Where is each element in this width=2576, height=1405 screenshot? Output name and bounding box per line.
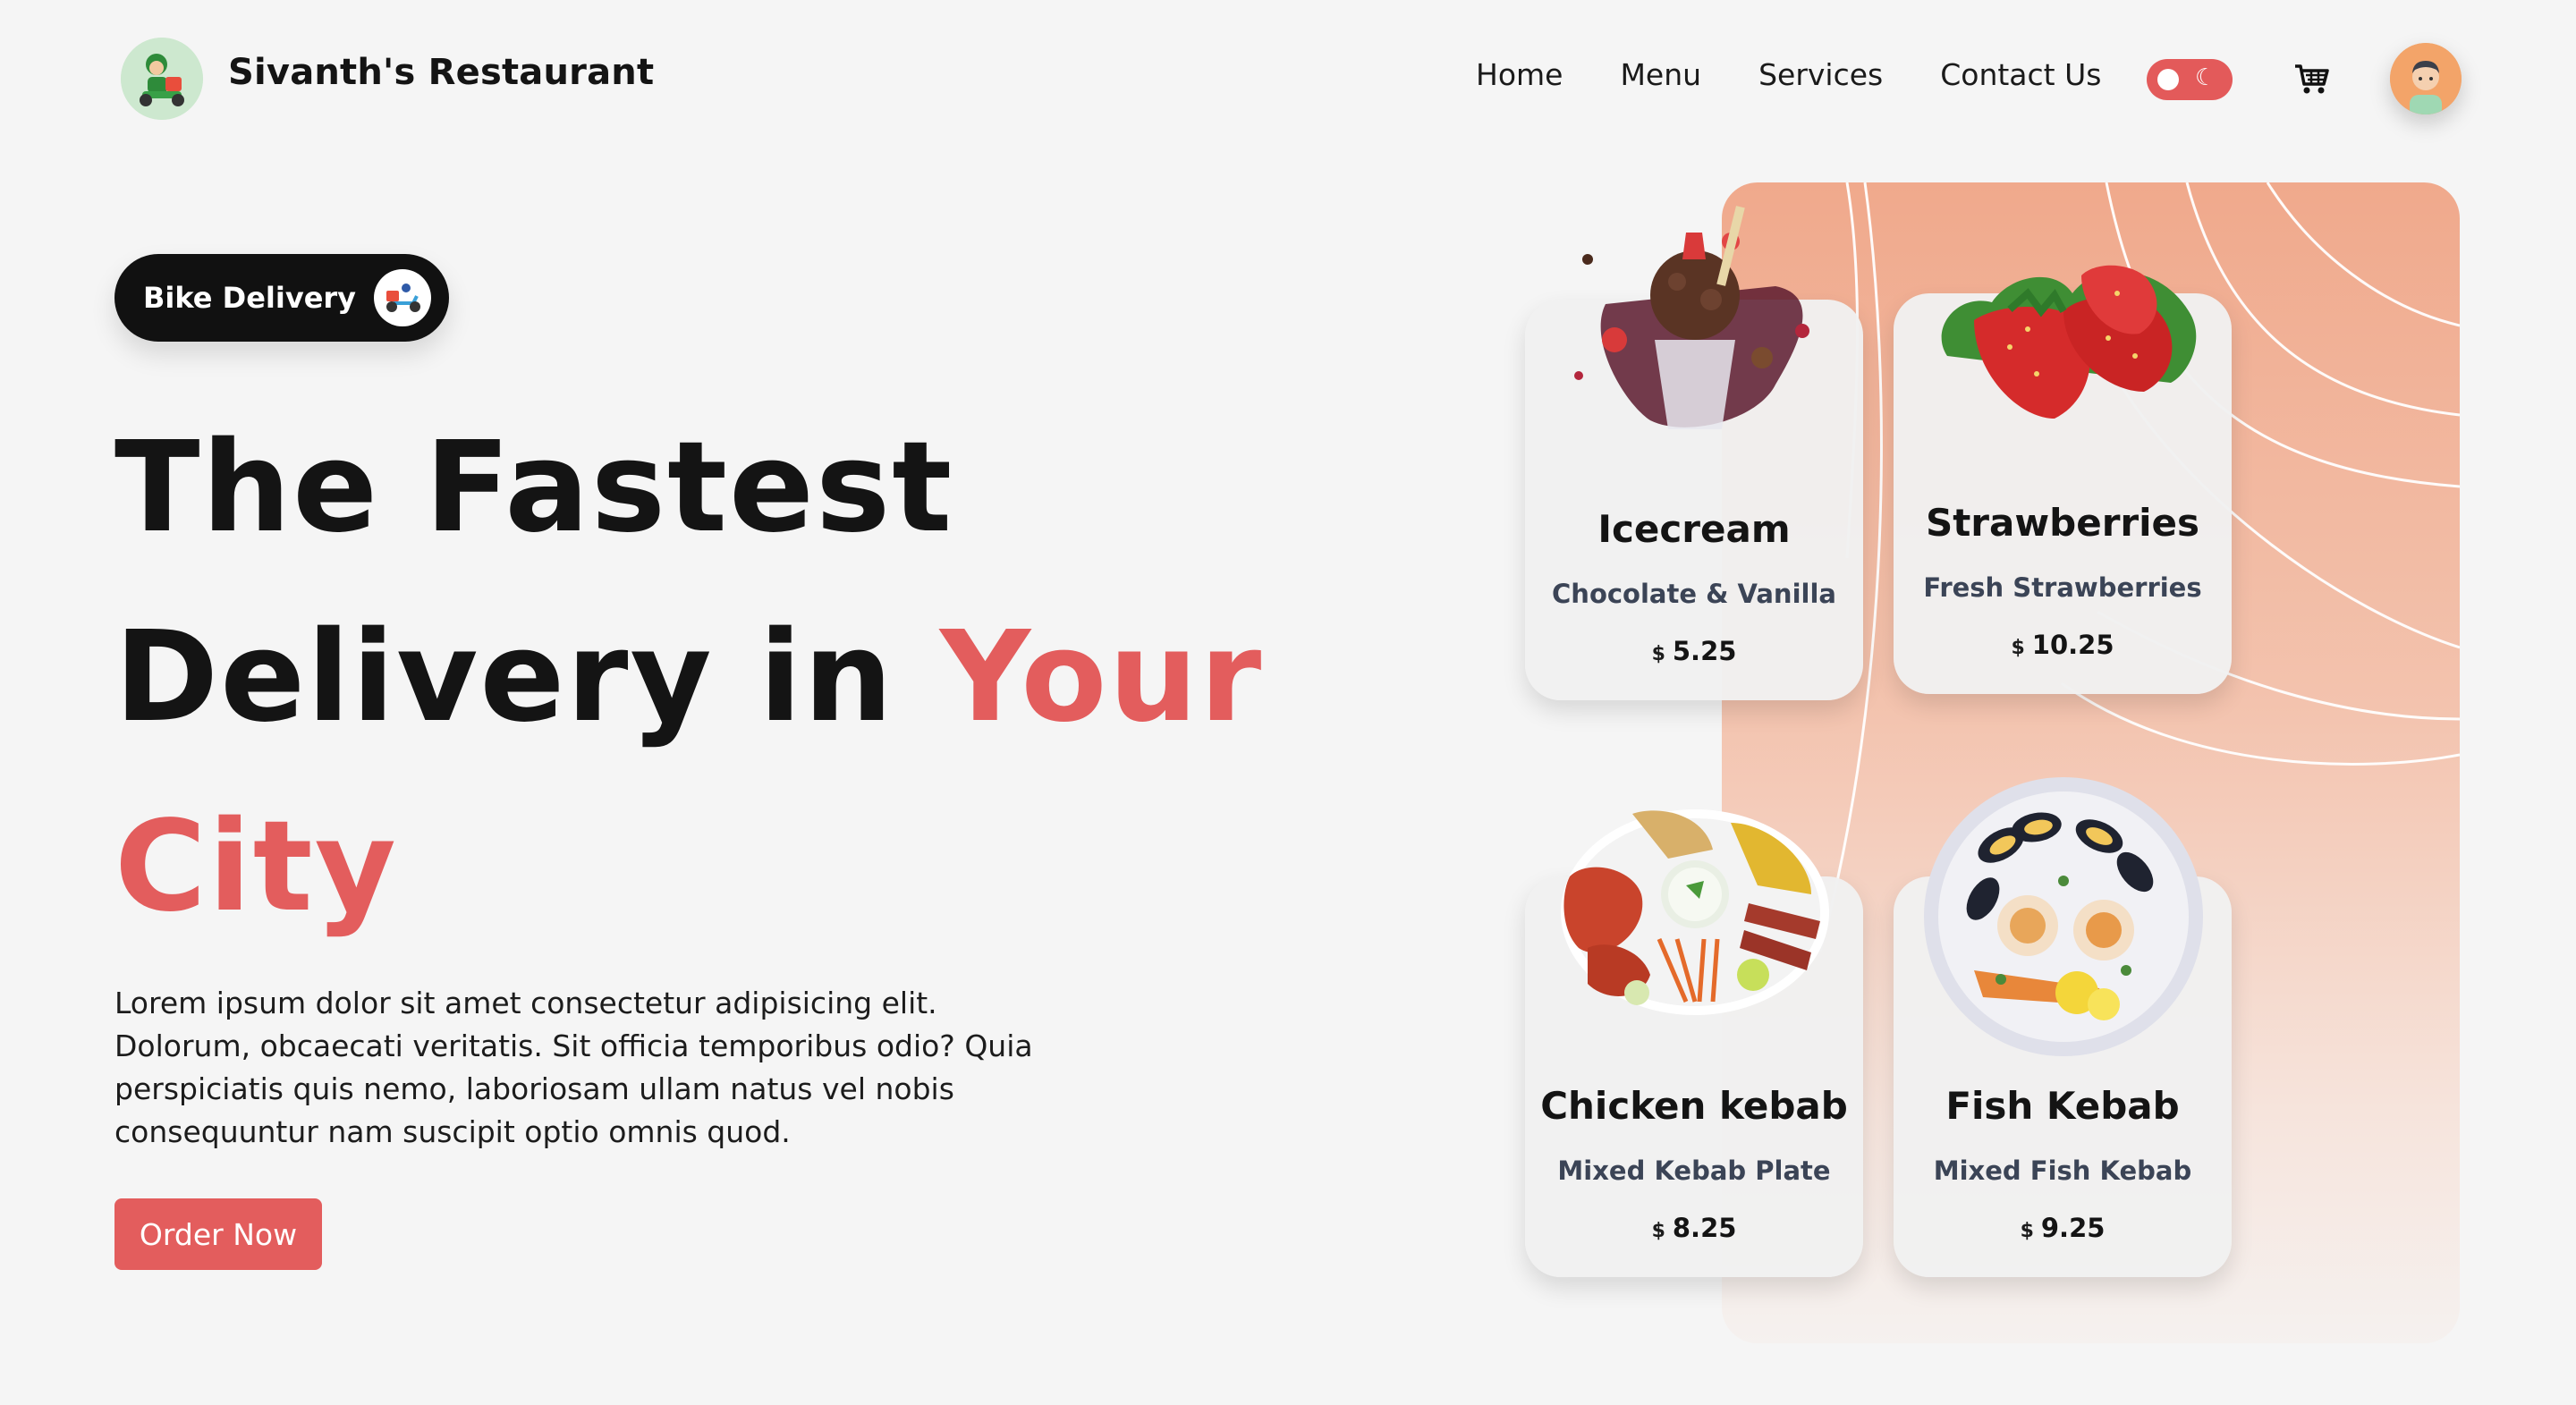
price-value: 8.25 [1672, 1213, 1737, 1243]
card-title: Icecream [1597, 507, 1791, 551]
order-now-button[interactable]: Order Now [114, 1198, 322, 1270]
price-value: 10.25 [2031, 630, 2114, 660]
currency-symbol: $ [1651, 1220, 1665, 1242]
card-title: Fish Kebab [1945, 1084, 2180, 1128]
nav-home[interactable]: Home [1476, 57, 1563, 92]
hero-title: The Fastest Delivery in Your City [114, 394, 1277, 962]
brand-name[interactable]: Sivanth's Restaurant [228, 52, 654, 93]
cart-icon[interactable] [2292, 59, 2331, 98]
chicken-kebab-image [1561, 809, 1829, 1015]
nav-services[interactable]: Services [1758, 57, 1883, 92]
moon-icon: ☾ [2195, 64, 2216, 91]
hero-title-accent-your: Your [939, 605, 1264, 750]
card-title: Chicken kebab [1540, 1084, 1848, 1128]
card-description: Mixed Kebab Plate [1557, 1155, 1831, 1186]
card-price: $9.25 [1894, 1213, 2232, 1243]
badge-label: Bike Delivery [143, 281, 357, 315]
card-price: $5.25 [1525, 636, 1863, 666]
card-title: Strawberries [1925, 501, 2200, 545]
nav-contact-us[interactable]: Contact Us [1940, 57, 2101, 92]
menu-card-strawberries[interactable]: Strawberries Fresh Strawberries $10.25 [1894, 265, 2232, 694]
menu-card-chicken-kebab[interactable]: Chicken kebab Mixed Kebab Plate $8.25 [1525, 809, 1863, 1277]
site-header: Sivanth's Restaurant Home Menu Services … [0, 0, 2576, 157]
hero-title-accent-city: City [114, 794, 398, 940]
bike-delivery-badge: Bike Delivery [114, 254, 450, 342]
main-nav: Home Menu Services Contact Us [1476, 57, 2101, 92]
currency-symbol: $ [2011, 637, 2025, 659]
card-description: Mixed Fish Kebab [1933, 1155, 2192, 1186]
price-value: 9.25 [2040, 1213, 2106, 1243]
hero-title-line1: The Fastest [114, 415, 954, 561]
strawberries-image [1941, 265, 2197, 419]
toggle-knob [2157, 69, 2179, 90]
card-description: Chocolate & Vanilla [1552, 579, 1836, 609]
menu-card-icecream[interactable]: Icecream Chocolate & Vanilla $5.25 [1525, 206, 1863, 700]
card-description: Fresh Strawberries [1923, 572, 2202, 603]
hero-title-line2: Delivery in [114, 605, 940, 750]
delivery-rider-logo-icon[interactable] [121, 38, 203, 120]
currency-symbol: $ [2020, 1220, 2034, 1242]
nav-menu[interactable]: Menu [1620, 57, 1701, 92]
menu-card-fish-kebab[interactable]: Fish Kebab Mixed Fish Kebab $9.25 [1894, 777, 2232, 1277]
currency-symbol: $ [1651, 643, 1665, 665]
card-price: $8.25 [1525, 1213, 1863, 1243]
fish-kebab-image [1924, 777, 2203, 1056]
hero-description: Lorem ipsum dolor sit amet consectetur a… [114, 986, 1033, 1149]
icecream-image [1574, 206, 1809, 429]
price-value: 5.25 [1672, 636, 1737, 666]
user-avatar[interactable] [2390, 43, 2462, 114]
scooter-icon [374, 269, 432, 326]
card-price: $10.25 [1894, 630, 2232, 660]
theme-toggle[interactable]: ☾ [2147, 59, 2233, 100]
